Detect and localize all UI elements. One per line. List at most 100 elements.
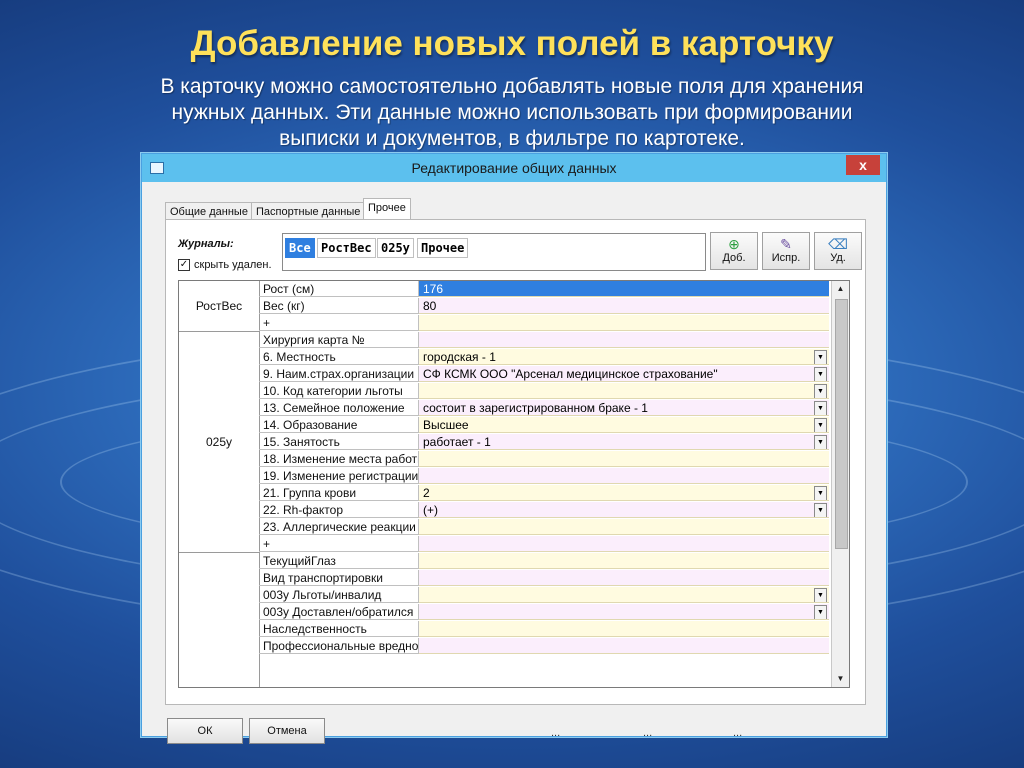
dropdown-arrow-icon[interactable]: ▼ <box>814 503 827 517</box>
field-value[interactable] <box>419 553 829 569</box>
field-value[interactable]: СФ КСМК ООО "Арсенал медицинское страхов… <box>419 366 829 382</box>
grid-row[interactable]: 18. Изменение места работы <box>259 451 829 468</box>
field-value-text: работает - 1 <box>423 435 491 449</box>
group-025u: 025у <box>179 332 260 553</box>
grid-row[interactable]: Вид транспортировки <box>259 570 829 587</box>
field-value[interactable] <box>419 315 829 331</box>
journal-025u[interactable]: 025у <box>377 238 414 258</box>
tab-panel-other: Журналы: ✓ скрыть удален. Все РостВес 02… <box>165 219 866 705</box>
ellipsis-button[interactable]: ... <box>733 727 742 739</box>
field-value[interactable] <box>419 638 829 654</box>
field-value[interactable] <box>419 570 829 586</box>
group-rostves: РостВес <box>179 281 260 332</box>
scrollbar-thumb[interactable] <box>835 299 848 549</box>
field-name: 18. Изменение места работы <box>259 451 419 467</box>
field-value[interactable] <box>419 468 829 484</box>
field-value-text: (+) <box>423 503 438 517</box>
scroll-up-icon[interactable]: ▲ <box>834 282 847 296</box>
hide-deleted-label: скрыть удален. <box>194 259 272 271</box>
ok-button[interactable]: ОК <box>167 718 243 744</box>
scroll-down-icon[interactable]: ▼ <box>834 672 847 686</box>
field-name: 13. Семейное положение <box>259 400 419 416</box>
grid-row[interactable]: Хирургия карта № <box>259 332 829 349</box>
ellipsis-button[interactable]: ... <box>551 727 560 739</box>
grid-row[interactable]: 003у Льготы/инвалид ▼ <box>259 587 829 604</box>
grid-row[interactable]: 10. Код категории льготы ▼ <box>259 383 829 400</box>
grid-row[interactable]: Вес (кг) 80 <box>259 298 829 315</box>
field-value[interactable]: городская - 1 ▼ <box>419 349 829 365</box>
journal-all[interactable]: Все <box>285 238 315 258</box>
add-field-cell[interactable]: + <box>259 536 419 552</box>
field-value[interactable]: 176 <box>419 281 829 297</box>
grid-row[interactable]: Профессиональные вредности <box>259 638 829 655</box>
field-value[interactable]: работает - 1 ▼ <box>419 434 829 450</box>
dropdown-arrow-icon[interactable]: ▼ <box>814 588 827 602</box>
field-value-text: состоит в зарегистрированном браке - 1 <box>423 401 648 415</box>
field-value[interactable] <box>419 536 829 552</box>
dropdown-arrow-icon[interactable]: ▼ <box>814 605 827 619</box>
field-value[interactable]: Высшее ▼ <box>419 417 829 433</box>
field-name: 23. Аллергические реакции <box>259 519 419 535</box>
field-value[interactable]: ▼ <box>419 604 829 620</box>
grid-row[interactable]: 21. Группа крови 2 ▼ <box>259 485 829 502</box>
field-value[interactable]: ▼ <box>419 383 829 399</box>
dropdown-arrow-icon[interactable]: ▼ <box>814 486 827 500</box>
field-value[interactable]: состоит в зарегистрированном браке - 1 ▼ <box>419 400 829 416</box>
field-value[interactable]: 80 <box>419 298 829 314</box>
field-value[interactable] <box>419 332 829 348</box>
grid-row[interactable]: 003у Доставлен/обратился ▼ <box>259 604 829 621</box>
journals-list: Все РостВес 025у Прочее <box>282 233 706 271</box>
edit-button-label: Испр. <box>771 252 801 264</box>
window-titlebar[interactable]: Редактирование общих данных x <box>142 154 886 182</box>
cancel-button[interactable]: Отмена <box>249 718 325 744</box>
field-name: ТекущийГлаз <box>259 553 419 569</box>
field-name: 003у Доставлен/обратился <box>259 604 419 620</box>
journal-rostves[interactable]: РостВес <box>317 238 376 258</box>
close-button[interactable]: x <box>846 155 880 175</box>
add-field-cell[interactable]: + <box>259 315 419 331</box>
field-value[interactable]: (+) ▼ <box>419 502 829 518</box>
hide-deleted-option[interactable]: ✓ скрыть удален. <box>178 259 272 271</box>
grid-row[interactable]: ТекущийГлаз <box>259 553 829 570</box>
dropdown-arrow-icon[interactable]: ▼ <box>814 435 827 449</box>
grid-row[interactable]: 19. Изменение регистрации <box>259 468 829 485</box>
dropdown-arrow-icon[interactable]: ▼ <box>814 384 827 398</box>
field-value[interactable]: ▼ <box>419 587 829 603</box>
dropdown-arrow-icon[interactable]: ▼ <box>814 350 827 364</box>
edit-button[interactable]: ✎ Испр. <box>762 232 810 270</box>
grid-row[interactable]: 9. Наим.страх.организации СФ КСМК ООО "Ар… <box>259 366 829 383</box>
field-value-text: 2 <box>423 486 430 500</box>
dropdown-arrow-icon[interactable]: ▼ <box>814 418 827 432</box>
eraser-icon: ⌫ <box>828 236 848 252</box>
field-value[interactable] <box>419 451 829 467</box>
grid-row[interactable]: Рост (см) 176 <box>259 281 829 298</box>
grid-row[interactable]: Наследственность <box>259 621 829 638</box>
grid-row[interactable]: 23. Аллергические реакции <box>259 519 829 536</box>
field-name: 10. Код категории льготы <box>259 383 419 399</box>
field-name: 6. Местность <box>259 349 419 365</box>
field-name: Рост (см) <box>259 281 419 297</box>
dropdown-arrow-icon[interactable]: ▼ <box>814 367 827 381</box>
hide-deleted-checkbox[interactable]: ✓ <box>178 259 190 271</box>
tab-other[interactable]: Прочее <box>363 198 411 221</box>
grid-vertical-scrollbar[interactable]: ▲ ▼ <box>831 281 849 687</box>
delete-button[interactable]: ⌫ Уд. <box>814 232 862 270</box>
dropdown-arrow-icon[interactable]: ▼ <box>814 401 827 415</box>
field-value[interactable]: 2 ▼ <box>419 485 829 501</box>
grid-row[interactable]: 14. Образование Высшее ▼ <box>259 417 829 434</box>
description-line: нужных данных. Эти данные можно использо… <box>171 101 853 124</box>
delete-button-label: Уд. <box>830 252 846 264</box>
add-button[interactable]: ⊕ Доб. <box>710 232 758 270</box>
grid-row[interactable]: 15. Занятость работает - 1 ▼ <box>259 434 829 451</box>
field-value[interactable] <box>419 519 829 535</box>
journal-other[interactable]: Прочее <box>417 238 469 258</box>
grid-row[interactable]: + <box>259 315 829 332</box>
grid-row[interactable]: 22. Rh-фактор (+) ▼ <box>259 502 829 519</box>
grid-row[interactable]: 6. Местность городская - 1 ▼ <box>259 349 829 366</box>
grid-row[interactable]: + <box>259 536 829 553</box>
ellipsis-button[interactable]: ... <box>643 727 652 739</box>
field-value[interactable] <box>419 621 829 637</box>
grid-row[interactable]: 13. Семейное положение состоит в зарегист… <box>259 400 829 417</box>
edit-pencil-icon: ✎ <box>780 236 792 252</box>
field-name: 14. Образование <box>259 417 419 433</box>
